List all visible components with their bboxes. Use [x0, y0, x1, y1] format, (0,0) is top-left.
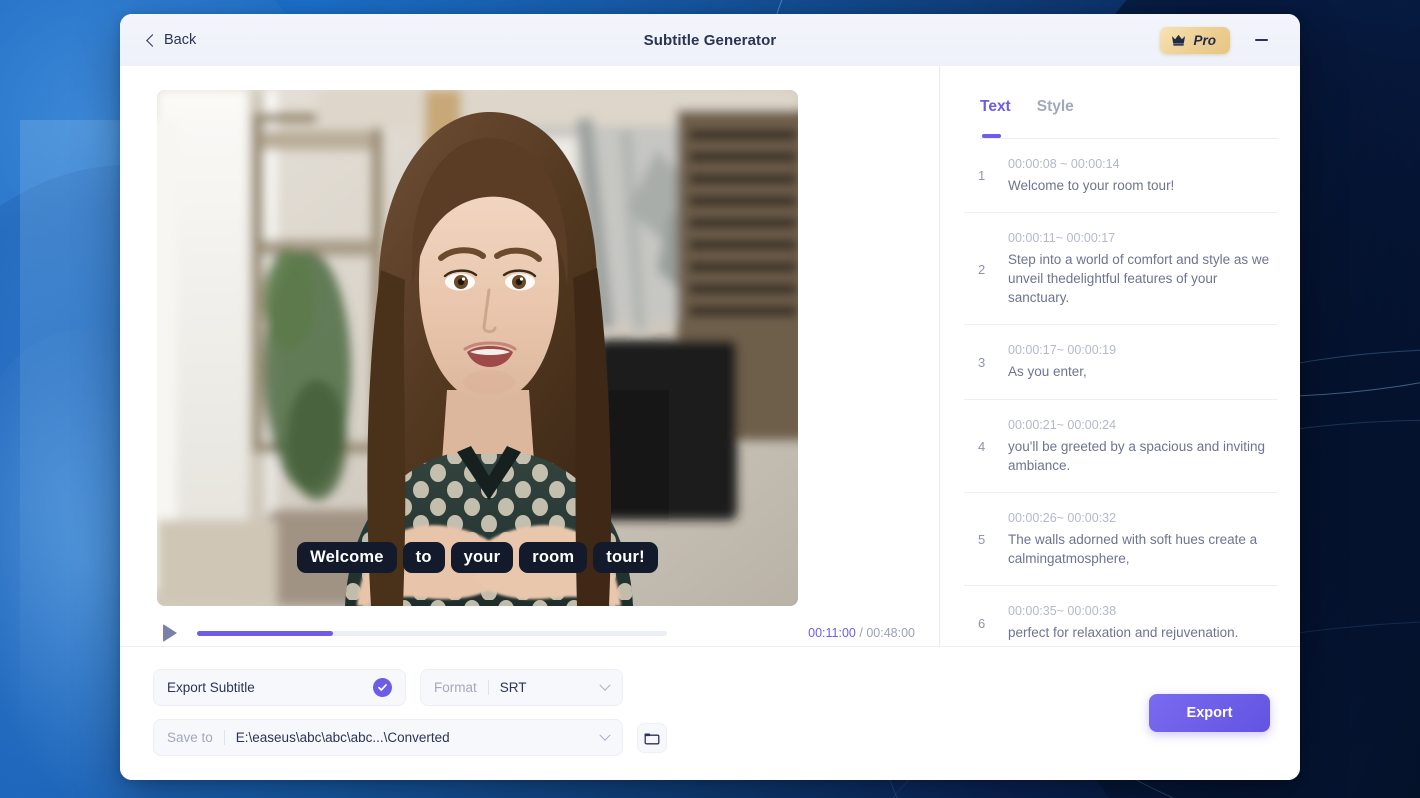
- chevron-down-icon: [599, 729, 611, 741]
- subtitle-timestamp: 00:00:26~ 00:00:32: [1008, 510, 1117, 525]
- subtitle-body: 00:00:26~ 00:00:32 The walls adorned with…: [1008, 511, 1278, 568]
- subtitle-row[interactable]: 1 00:00:08 ~ 00:00:14 Welcome to your room…: [964, 139, 1278, 213]
- subtitle-text[interactable]: As you enter,: [1008, 362, 1278, 381]
- player-controls: 00:11:00 / 00:48:00: [120, 606, 939, 646]
- play-button[interactable]: [157, 620, 183, 646]
- folder-icon: [644, 733, 660, 744]
- field-divider: [223, 730, 225, 745]
- subtitle-text[interactable]: perfect for relaxation and rejuvenation.: [1008, 623, 1278, 642]
- subtitle-body: 00:00:08 ~ 00:00:14 Welcome to your room …: [1008, 157, 1278, 195]
- play-icon: [163, 624, 177, 642]
- page-title: Subtitle Generator: [643, 31, 777, 49]
- subtitle-index: 4: [978, 438, 986, 454]
- subtitle-index: 1: [978, 168, 986, 184]
- application-window: Back Subtitle Generator Pro Welcome to y…: [120, 14, 1300, 780]
- format-value: SRT: [499, 680, 527, 695]
- subtitle-index: 2: [978, 261, 986, 277]
- export-row-2: Save to E:\easeus\abc\abc\abc...\Convert…: [153, 719, 667, 756]
- subtitle-text[interactable]: The walls adorned with soft hues create …: [1008, 530, 1278, 568]
- export-options: Export Subtitle Format SRT Save to E:\ea…: [153, 669, 667, 756]
- export-button[interactable]: Export: [1149, 694, 1270, 732]
- video-pane: Welcome to your room tour! 00:11:00 / 00:48:…: [120, 66, 940, 646]
- export-subtitle-label: Export Subtitle: [167, 680, 255, 695]
- subtitle-row[interactable]: 5 00:00:26~ 00:00:32 The walls adorned wit…: [964, 493, 1278, 587]
- progress-bar[interactable]: [197, 630, 667, 636]
- format-select[interactable]: Format SRT: [420, 669, 623, 706]
- tab-bar: Text Style: [940, 66, 1300, 138]
- export-row-1: Export Subtitle Format SRT: [153, 669, 667, 706]
- save-location-select[interactable]: Save to E:\easeus\abc\abc\abc...\Convert…: [153, 719, 623, 756]
- progress-bar-fill: [197, 630, 334, 636]
- subtitle-row[interactable]: 6 00:00:35~ 00:00:38 perfect for relaxatio…: [964, 586, 1278, 646]
- pro-badge-label: Pro: [1193, 32, 1216, 48]
- subtitle-body: 00:00:17~ 00:00:19 As you enter,: [1008, 343, 1278, 381]
- subtitle-body: 00:00:35~ 00:00:38 perfect for relaxation…: [1008, 604, 1278, 642]
- subtitle-index: 3: [978, 355, 986, 371]
- desktop-background: Back Subtitle Generator Pro Welcome to y…: [0, 0, 1420, 798]
- video-preview[interactable]: Welcome to your room tour!: [157, 90, 798, 606]
- save-to-path: E:\easeus\abc\abc\abc...\Converted: [235, 730, 450, 745]
- subtitle-row[interactable]: 3 00:00:17~ 00:00:19 As you enter,: [964, 325, 1278, 400]
- video-area: Welcome to your room tour!: [120, 66, 939, 606]
- subtitle-timestamp: 00:00:08 ~ 00:00:14: [1008, 156, 1120, 171]
- current-time: 00:11:00: [808, 626, 856, 640]
- subtitle-pane: Text Style 1 00:00:08 ~ 00:00:14 Welcome t…: [940, 66, 1300, 646]
- window-body: Welcome to your room tour! 00:11:00 / 00:48:…: [120, 66, 1300, 646]
- subtitle-timestamp: 00:00:11~ 00:00:17: [1008, 230, 1116, 245]
- subtitle-body: 00:00:21~ 00:00:24 you'll be greeted by a…: [1008, 418, 1278, 475]
- subtitle-row[interactable]: 4 00:00:21~ 00:00:24 you'll be greeted by …: [964, 400, 1278, 493]
- chevron-down-icon: [599, 679, 611, 691]
- chevron-left-icon: [146, 33, 159, 47]
- subtitle-index: 5: [978, 532, 986, 548]
- format-label: Format: [434, 680, 477, 695]
- minimize-button[interactable]: [1248, 27, 1274, 53]
- check-icon: [373, 678, 392, 697]
- tab-text[interactable]: Text: [980, 98, 1011, 138]
- tab-style[interactable]: Style: [1037, 98, 1074, 138]
- subtitle-row[interactable]: 2 00:00:11~ 00:00:17 Step into a world of …: [964, 213, 1278, 326]
- crown-icon: [1172, 34, 1186, 46]
- subtitle-timestamp: 00:00:17~ 00:00:19: [1008, 343, 1117, 358]
- checkmark-glyph: [378, 684, 387, 691]
- save-to-label: Save to: [167, 730, 213, 745]
- back-button[interactable]: Back: [146, 32, 197, 48]
- back-button-label: Back: [164, 32, 197, 48]
- time-separator: /: [859, 626, 863, 640]
- total-time: 00:48:00: [866, 626, 915, 640]
- subtitle-timestamp: 00:00:35~ 00:00:38: [1008, 604, 1117, 619]
- time-display: 00:11:00 / 00:48:00: [798, 626, 915, 640]
- export-action: Export: [1149, 669, 1270, 732]
- subtitle-index: 6: [978, 615, 986, 631]
- subtitle-timestamp: 00:00:21~ 00:00:24: [1008, 417, 1117, 432]
- export-bar: Export Subtitle Format SRT Save to E:\ea…: [120, 646, 1300, 780]
- pro-badge[interactable]: Pro: [1160, 26, 1230, 54]
- title-bar: Back Subtitle Generator Pro: [120, 14, 1300, 66]
- subtitle-text[interactable]: you'll be greeted by a spacious and invi…: [1008, 437, 1278, 475]
- browse-folder-button[interactable]: [637, 722, 667, 753]
- subtitle-body: 00:00:11~ 00:00:17 Step into a world of c…: [1008, 231, 1278, 307]
- field-divider: [487, 680, 489, 695]
- export-subtitle-toggle[interactable]: Export Subtitle: [153, 669, 406, 706]
- subtitle-text[interactable]: Step into a world of comfort and style a…: [1008, 250, 1278, 307]
- subtitle-text[interactable]: Welcome to your room tour!: [1008, 176, 1278, 195]
- minimize-icon: [1254, 39, 1268, 41]
- subtitle-list[interactable]: 1 00:00:08 ~ 00:00:14 Welcome to your room…: [940, 139, 1300, 646]
- video-frame-image: [157, 90, 798, 606]
- titlebar-actions: Pro: [1160, 26, 1274, 54]
